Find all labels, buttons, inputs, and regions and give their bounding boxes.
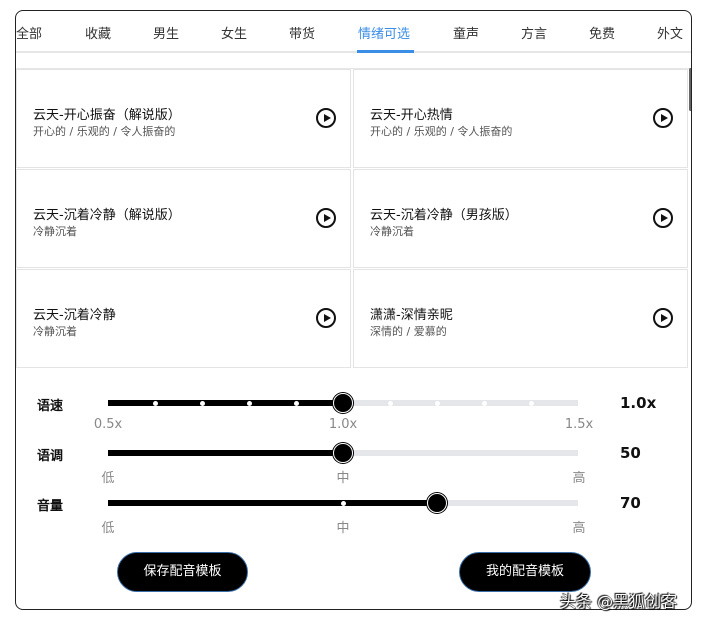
play-icon[interactable] bbox=[316, 208, 336, 228]
tab-female[interactable]: 女生 bbox=[221, 23, 247, 42]
slider-step-dot bbox=[388, 400, 393, 406]
tick-label: 高 bbox=[572, 521, 586, 536]
slider-step-dot bbox=[529, 400, 534, 406]
slider-handle[interactable] bbox=[333, 443, 353, 463]
speed-label: 语速 bbox=[37, 399, 64, 414]
my-templates-button[interactable]: 我的配音模板 bbox=[459, 552, 591, 592]
voice-title: 云天-开心热情 bbox=[370, 108, 453, 123]
tab-sales[interactable]: 带货 bbox=[289, 23, 315, 42]
slider-step-dot bbox=[153, 400, 158, 406]
tab-favorites[interactable]: 收藏 bbox=[85, 23, 111, 42]
voice-tags: 深情的 / 爱慕的 bbox=[370, 325, 447, 338]
play-icon[interactable] bbox=[316, 108, 336, 128]
play-icon[interactable] bbox=[653, 308, 673, 328]
slider-step-dot bbox=[482, 400, 487, 406]
tab-child[interactable]: 童声 bbox=[453, 23, 479, 42]
pitch-value: 50 bbox=[620, 444, 641, 462]
slider-fill bbox=[108, 400, 343, 406]
voice-card[interactable]: 云天-开心热情 开心的 / 乐观的 / 令人振奋的 bbox=[353, 69, 688, 168]
voice-title: 潇潇-深情亲昵 bbox=[370, 308, 453, 323]
voice-title: 云天-沉着冷静（解说版） bbox=[33, 208, 181, 223]
slider-handle[interactable] bbox=[333, 393, 353, 413]
voice-title: 云天-沉着冷静 bbox=[33, 308, 116, 323]
voice-tags: 冷静沉着 bbox=[370, 225, 414, 238]
voice-card[interactable]: 云天-开心振奋（解说版） 开心的 / 乐观的 / 令人振奋的 bbox=[16, 69, 351, 168]
pitch-label: 语调 bbox=[37, 449, 64, 464]
tick-label: 高 bbox=[572, 471, 586, 486]
tab-free[interactable]: 免费 bbox=[589, 23, 615, 42]
tick-label: 中 bbox=[336, 471, 350, 486]
voice-grid: 云天-开心振奋（解说版） 开心的 / 乐观的 / 令人振奋的 云天-开心热情 开… bbox=[16, 68, 691, 368]
voice-tags: 冷静沉着 bbox=[33, 225, 77, 238]
tick-label: 0.5x bbox=[93, 417, 123, 432]
slider-step-dot bbox=[247, 400, 252, 406]
voice-panel: 全部 收藏 男生 女生 带货 情绪可选 童声 方言 免费 外文 云天-开心振奋（… bbox=[15, 10, 692, 610]
volume-slider-row: 音量 低 中 高 70 bbox=[16, 493, 691, 543]
play-icon[interactable] bbox=[316, 308, 336, 328]
voice-card[interactable]: 潇潇-深情亲昵 深情的 / 爱慕的 bbox=[353, 269, 688, 368]
voice-tags: 开心的 / 乐观的 / 令人振奋的 bbox=[33, 125, 176, 138]
slider-step-dot bbox=[200, 400, 205, 406]
play-icon[interactable] bbox=[653, 208, 673, 228]
watermark: 头条 @黑狐创客 bbox=[560, 592, 678, 611]
slider-step-dot bbox=[435, 400, 440, 406]
slider-fill bbox=[108, 450, 343, 456]
tick-label: 1.5x bbox=[564, 417, 594, 432]
volume-label: 音量 bbox=[37, 499, 64, 514]
tick-label: 低 bbox=[101, 471, 115, 486]
speed-value: 1.0x bbox=[620, 394, 657, 412]
tab-emotion[interactable]: 情绪可选 bbox=[358, 23, 410, 42]
save-template-button[interactable]: 保存配音模板 bbox=[117, 552, 248, 592]
tab-dialect[interactable]: 方言 bbox=[521, 23, 547, 42]
tab-male[interactable]: 男生 bbox=[153, 23, 179, 42]
slider-handle[interactable] bbox=[427, 493, 447, 513]
slider-step-dot bbox=[294, 400, 299, 406]
tab-all[interactable]: 全部 bbox=[16, 23, 42, 42]
play-icon[interactable] bbox=[653, 108, 673, 128]
pitch-slider[interactable] bbox=[108, 443, 578, 463]
slider-fill bbox=[108, 500, 437, 506]
voice-tags: 冷静沉着 bbox=[33, 325, 77, 338]
scrollbar[interactable] bbox=[689, 68, 691, 111]
voice-card[interactable]: 云天-沉着冷静（解说版） 冷静沉着 bbox=[16, 169, 351, 268]
voice-tags: 开心的 / 乐观的 / 令人振奋的 bbox=[370, 125, 513, 138]
speed-slider[interactable] bbox=[108, 393, 578, 413]
voice-title: 云天-开心振奋（解说版） bbox=[33, 108, 181, 123]
voice-card[interactable]: 云天-沉着冷静 冷静沉着 bbox=[16, 269, 351, 368]
tick-label: 1.0x bbox=[328, 417, 358, 432]
active-tab-indicator bbox=[357, 50, 414, 53]
tick-label: 中 bbox=[336, 521, 350, 536]
slider-step-dot bbox=[341, 500, 346, 506]
voice-title: 云天-沉着冷静（男孩版） bbox=[370, 208, 518, 223]
tick-label: 低 bbox=[101, 521, 115, 536]
tab-foreign[interactable]: 外文 bbox=[657, 23, 683, 42]
voice-card[interactable]: 云天-沉着冷静（男孩版） 冷静沉着 bbox=[353, 169, 688, 268]
volume-value: 70 bbox=[620, 494, 641, 512]
volume-slider[interactable] bbox=[108, 493, 578, 513]
category-tabs: 全部 收藏 男生 女生 带货 情绪可选 童声 方言 免费 外文 bbox=[16, 11, 691, 53]
speed-slider-row: 语速 0.5x 1.0x 1.5x 1.0x bbox=[16, 393, 691, 443]
pitch-slider-row: 语调 低 中 高 50 bbox=[16, 443, 691, 493]
